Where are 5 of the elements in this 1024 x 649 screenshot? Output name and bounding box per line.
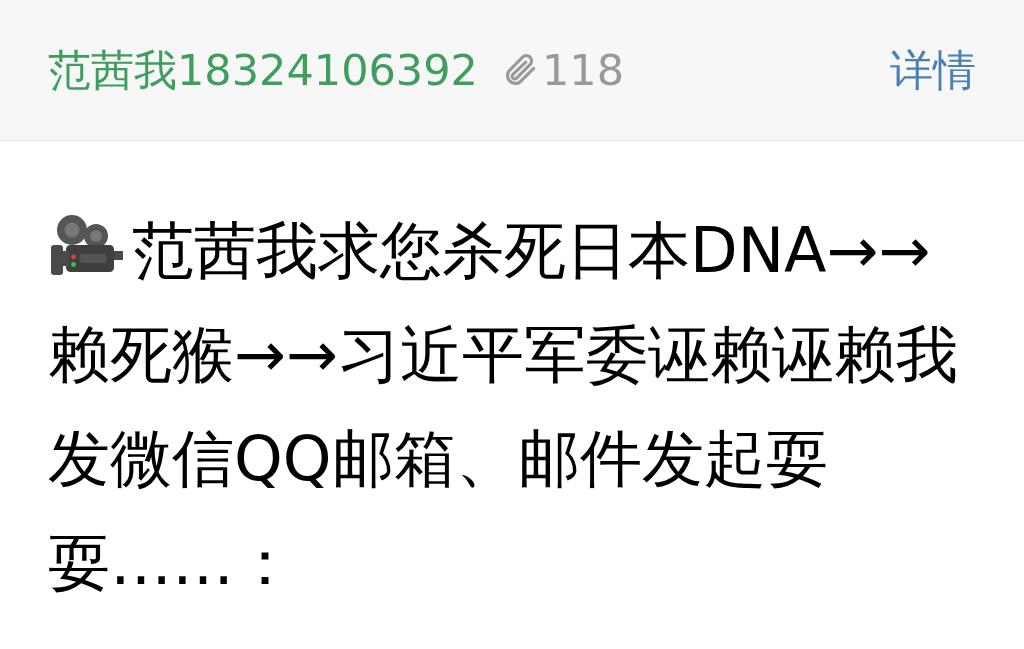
message-text: 范茜我求您杀死日本DNA→→赖死猴→→习近平军委诬赖诬赖我发微信QQ邮箱、邮件发起耍耍……：: [48, 211, 959, 601]
details-link[interactable]: 详情: [890, 37, 976, 103]
sender-name: 范茜我18324106392: [48, 43, 478, 97]
movie-camera-icon: [48, 212, 126, 278]
attachment-count: 118: [541, 43, 624, 97]
